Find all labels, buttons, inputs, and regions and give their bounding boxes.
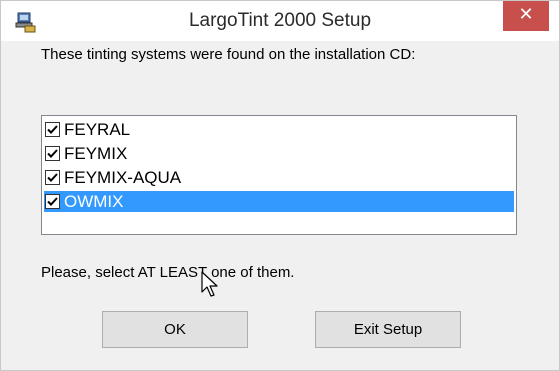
feyral-checkbox[interactable] <box>45 122 60 137</box>
checkmark-icon <box>47 149 58 158</box>
close-icon: ✕ <box>518 4 534 25</box>
window-title: LargoTint 2000 Setup <box>188 10 372 31</box>
tinting-systems-list[interactable]: FEYRAL FEYMIX FEYMIX-AQUA OWMIX <box>41 115 517 235</box>
selection-hint: Please, select AT LEAST one of them. <box>41 264 295 281</box>
close-button[interactable]: ✕ <box>503 1 549 31</box>
mouse-pointer-icon <box>201 271 221 299</box>
list-item-feymix-aqua[interactable]: FEYMIX-AQUA <box>44 167 514 188</box>
feymix-aqua-checkbox[interactable] <box>45 170 60 185</box>
exit-setup-button[interactable]: Exit Setup <box>315 311 461 348</box>
list-item-label: FEYRAL <box>64 120 131 139</box>
checkmark-icon <box>47 173 58 182</box>
list-item-owmix[interactable]: OWMIX <box>44 191 514 212</box>
ok-button[interactable]: OK <box>102 311 248 348</box>
checkmark-icon <box>47 197 58 206</box>
feymix-checkbox[interactable] <box>45 146 60 161</box>
list-item-label: OWMIX <box>64 192 124 211</box>
owmix-checkbox[interactable] <box>45 194 60 209</box>
list-item-feymix[interactable]: FEYMIX <box>44 143 514 164</box>
list-item-feyral[interactable]: FEYRAL <box>44 119 514 140</box>
setup-dialog: LargoTint 2000 Setup ✕ These tinting sys… <box>0 0 560 371</box>
intro-label: These tinting systems were found on the … <box>41 46 416 63</box>
list-item-label: FEYMIX-AQUA <box>64 168 182 187</box>
list-item-label: FEYMIX <box>64 144 128 163</box>
checkmark-icon <box>47 125 58 134</box>
title-bar[interactable]: LargoTint 2000 Setup ✕ <box>1 1 559 41</box>
